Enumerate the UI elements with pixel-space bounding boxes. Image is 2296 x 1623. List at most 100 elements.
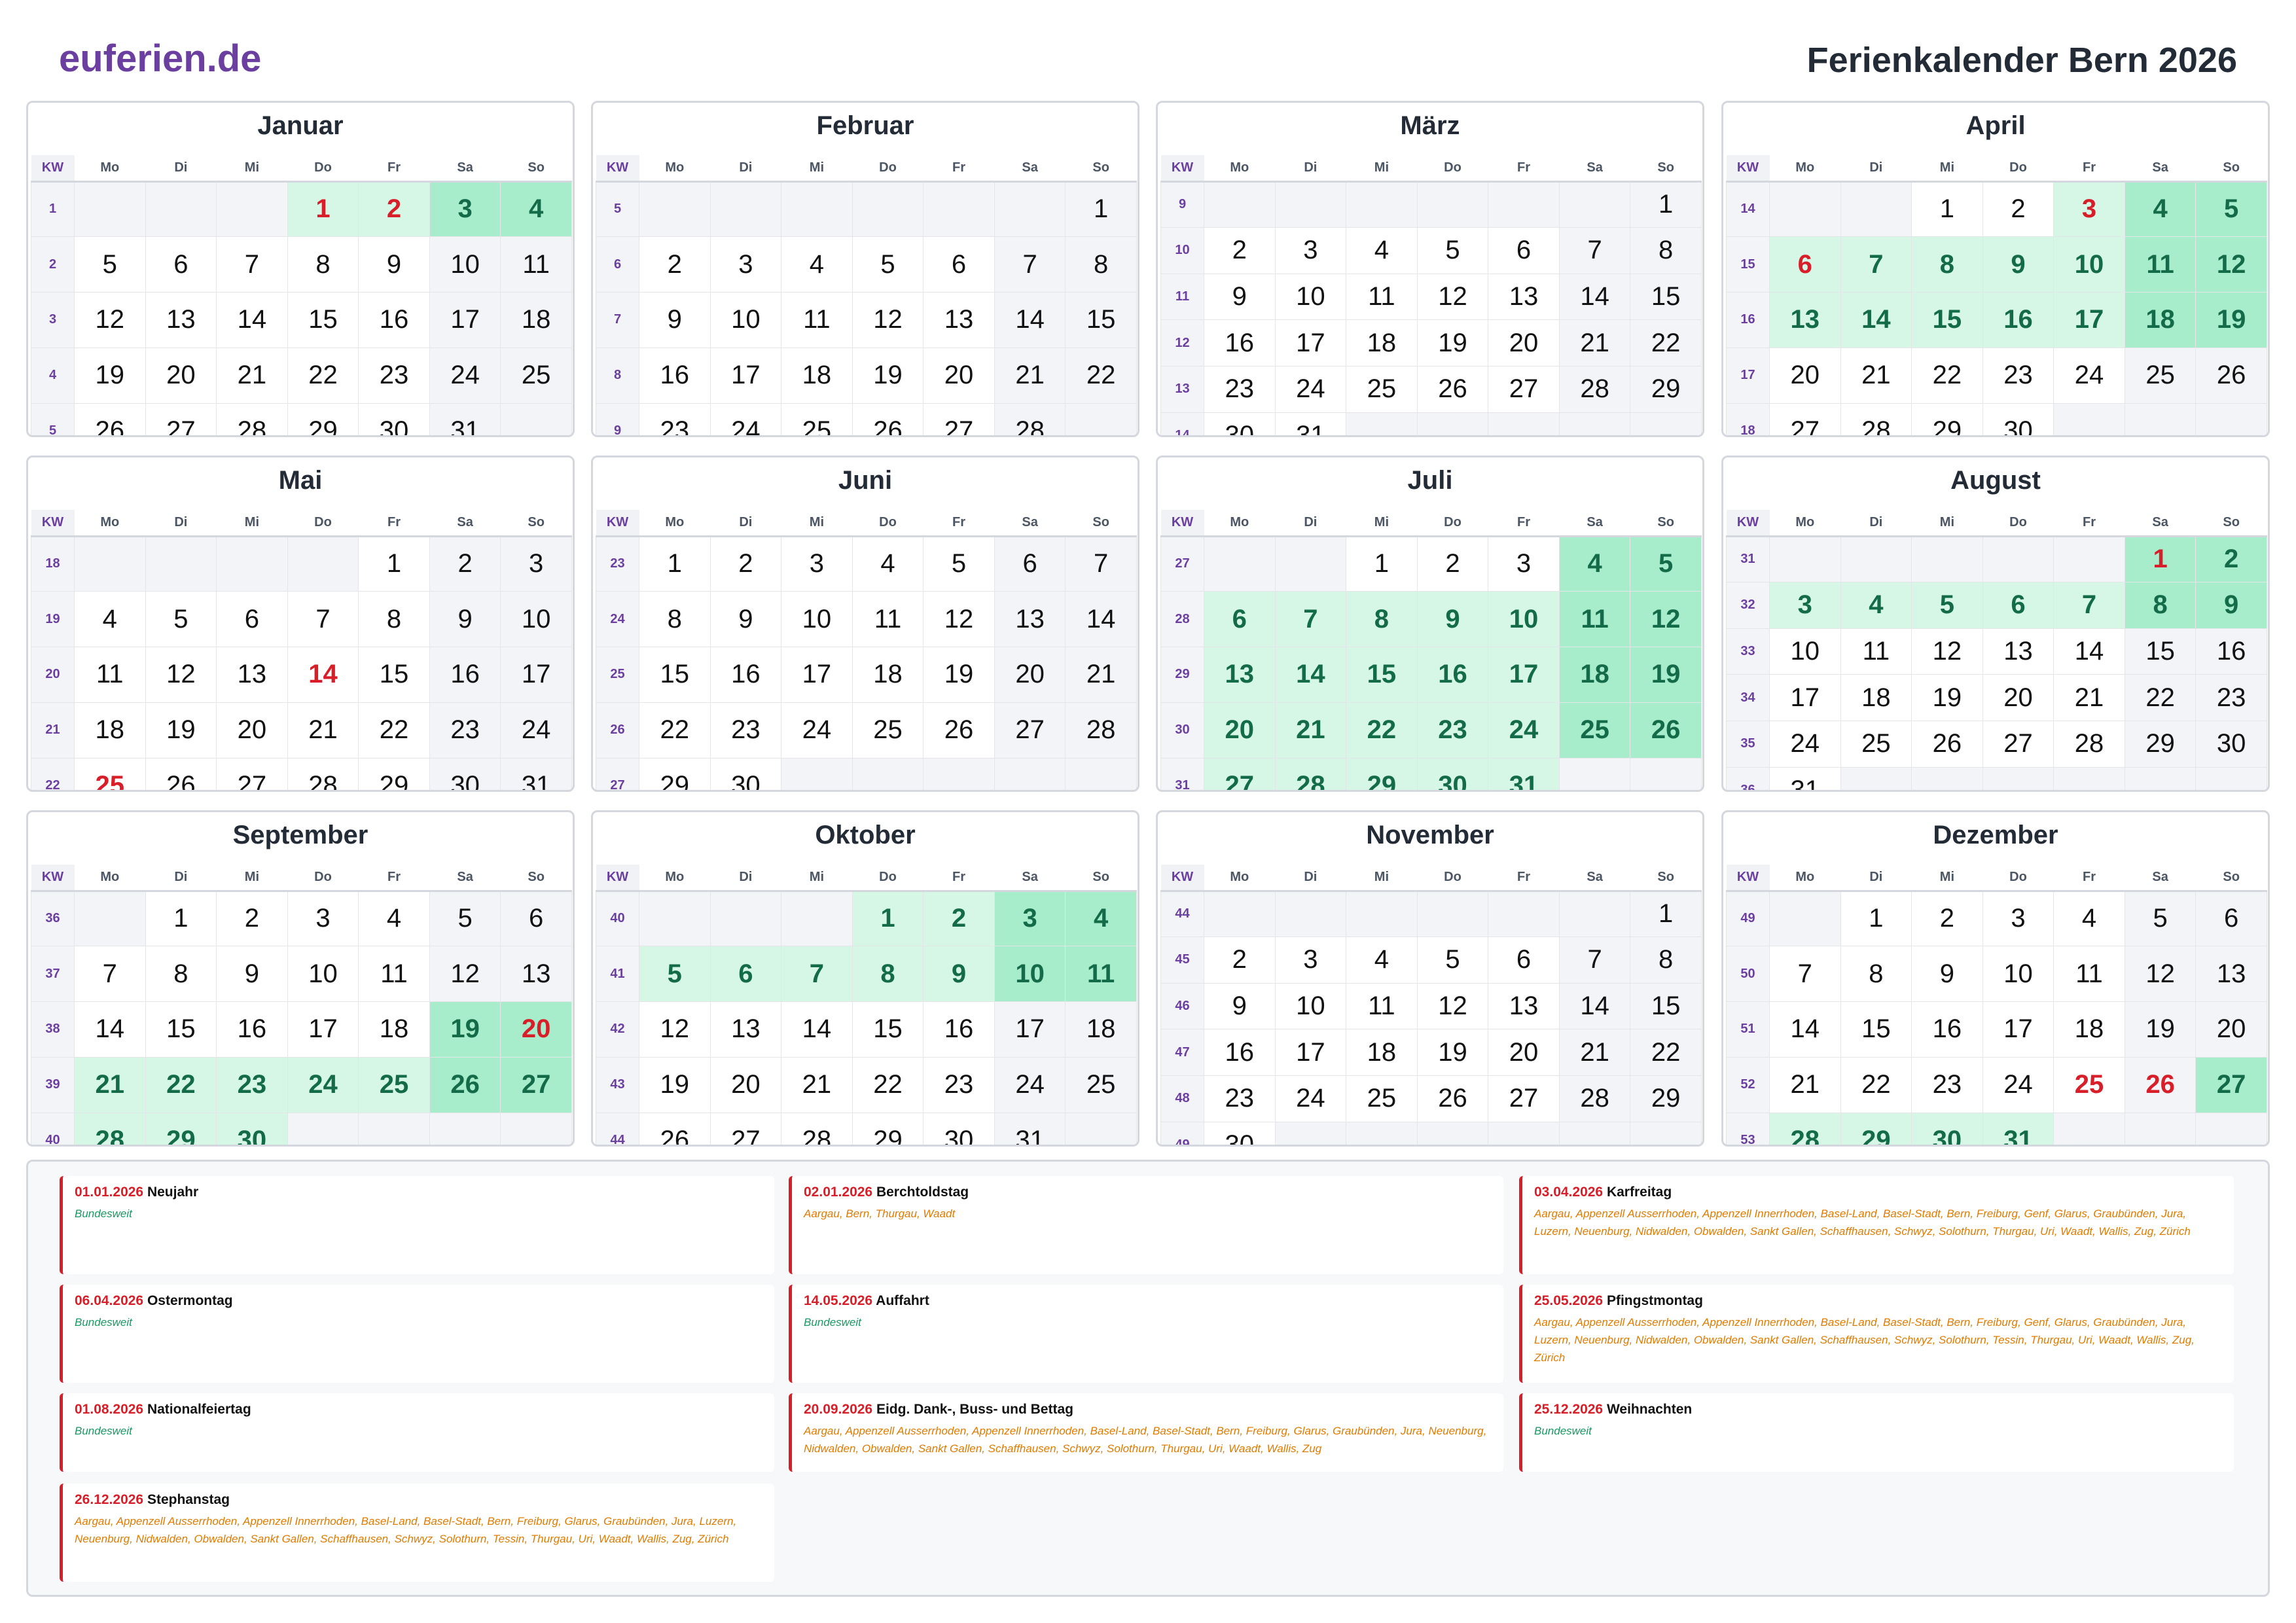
day-cell: 15: [639, 647, 711, 703]
day-cell: 8: [1346, 591, 1418, 648]
day-cell: 25: [1065, 1056, 1137, 1113]
day-cell: 24: [1982, 1056, 2054, 1113]
week-number: 33: [1726, 628, 1770, 675]
day-cell: 19: [1416, 1029, 1489, 1077]
day-cell: 24: [1769, 721, 1841, 768]
week-row: 48 23 24 25 26 27 28 29: [1160, 1075, 1702, 1122]
empty-day-cell: [1769, 181, 1841, 238]
day-cell: 25: [2124, 347, 2197, 404]
day-cell: 27: [2195, 1056, 2267, 1113]
day-cell: 20: [1488, 1029, 1560, 1077]
day-cell: 11: [1065, 946, 1137, 1003]
day-cell: 1: [2124, 535, 2197, 583]
weekday-header: Do: [852, 510, 924, 537]
day-cell: 6: [1769, 236, 1841, 293]
brand-logo[interactable]: euferien.de: [59, 34, 261, 84]
weekday-header: Di: [710, 155, 781, 183]
day-cell: 21: [1840, 347, 1912, 404]
day-cell: 24: [781, 702, 853, 758]
day-cell: 9: [429, 591, 501, 648]
week-row: 12 16 17 18 19 20 21 22: [1160, 319, 1702, 367]
month-title: Dezember: [1933, 821, 2058, 849]
day-cell: 15: [1630, 982, 1702, 1030]
weekday-header: Mo: [1204, 155, 1276, 183]
day-cell: 25: [500, 347, 572, 404]
day-cell: 21: [1065, 647, 1137, 703]
month-title: August: [1950, 466, 2041, 495]
holiday-name: Auffahrt: [876, 1293, 929, 1308]
week-number: 30: [1160, 702, 1204, 758]
week-row: 35 24 25 26 27 28 29 30: [1726, 721, 2267, 768]
day-cell: 21: [216, 347, 288, 404]
day-cell: 3: [1769, 582, 1841, 629]
weekday-header: Mi: [1911, 865, 1983, 892]
week-row: 49 30: [1160, 1121, 1702, 1145]
day-cell: 30: [1204, 1121, 1276, 1145]
day-cell: 1: [1346, 535, 1418, 592]
weekday-header: Fr: [358, 510, 430, 537]
day-cell: 25: [2053, 1056, 2125, 1113]
holiday-entry: 03.04.2026 Karfreitag Aargau, Appenzell A…: [1519, 1176, 2234, 1274]
holiday-name: Stephanstag: [147, 1492, 230, 1507]
day-cell: 2: [216, 890, 288, 947]
day-cell: 28: [74, 1112, 146, 1145]
holiday-name: Weihnachten: [1606, 1402, 1693, 1417]
day-cell: 29: [1346, 757, 1418, 790]
day-cell: 16: [358, 292, 430, 348]
weekday-header: Di: [1840, 510, 1912, 537]
week-row: 20 11 12 13 14 15 16 17: [31, 647, 572, 703]
day-cell: 12: [145, 647, 217, 703]
week-number: 47: [1160, 1029, 1204, 1077]
day-cell: 20: [1769, 347, 1841, 404]
week-number: 36: [1726, 766, 1770, 790]
day-cell: 9: [923, 946, 995, 1003]
weekday-header: Sa: [994, 865, 1066, 892]
day-cell: 17: [1982, 1001, 2054, 1058]
week-number: 22: [31, 757, 75, 790]
holiday-entry: 01.08.2026 Nationalfeiertag Bundesweit: [60, 1393, 774, 1472]
day-cell: 25: [781, 402, 853, 435]
day-cell: 10: [2053, 236, 2125, 293]
week-number: 1: [31, 181, 75, 238]
week-row: 13 23 24 25 26 27 28 29: [1160, 366, 1702, 413]
day-cell: 1: [1630, 890, 1702, 938]
day-cell: 17: [2053, 292, 2125, 348]
day-cell: 7: [1840, 236, 1912, 293]
day-cell: 27: [1982, 721, 2054, 768]
weekday-header: So: [1630, 155, 1702, 183]
day-cell: 7: [1065, 535, 1137, 592]
week-number: 13: [1160, 366, 1204, 413]
day-cell: 12: [2195, 236, 2267, 293]
day-cell: 8: [1065, 236, 1137, 293]
week-row: 51 14 15 16 17 18 19 20: [1726, 1001, 2267, 1058]
day-cell: 18: [358, 1001, 430, 1058]
day-cell: 30: [429, 757, 501, 790]
day-cell: 27: [1488, 366, 1560, 413]
day-cell: 19: [852, 347, 924, 404]
weekday-header: Di: [145, 865, 217, 892]
day-cell: 23: [1204, 1075, 1276, 1122]
day-cell: 14: [287, 647, 359, 703]
day-cell: 22: [852, 1056, 924, 1113]
week-row: 47 16 17 18 19 20 21 22: [1160, 1029, 1702, 1077]
empty-day-cell: [994, 181, 1066, 238]
weekday-header: Sa: [1559, 155, 1630, 183]
day-cell: 3: [781, 535, 853, 592]
day-cell: 30: [709, 757, 782, 790]
empty-day-cell: [1346, 412, 1418, 435]
day-cell: 24: [287, 1056, 359, 1113]
day-cell: 30: [1204, 412, 1276, 435]
holiday-date: 20.09.2026: [804, 1402, 873, 1417]
week-number: 52: [1726, 1056, 1770, 1113]
day-cell: 18: [1558, 647, 1631, 703]
holiday-entry: 26.12.2026 Stephanstag Aargau, Appenzell …: [60, 1484, 774, 1582]
day-cell: 19: [1630, 647, 1702, 703]
month-title: Mai: [278, 466, 323, 495]
weekday-header: Mi: [781, 155, 853, 183]
weekday-header: Sa: [994, 155, 1066, 183]
day-cell: 12: [2124, 946, 2197, 1003]
empty-day-cell: [1416, 412, 1489, 435]
day-cell: 31: [500, 757, 572, 790]
day-cell: 2: [2195, 535, 2267, 583]
day-cell: 10: [1769, 628, 1841, 675]
